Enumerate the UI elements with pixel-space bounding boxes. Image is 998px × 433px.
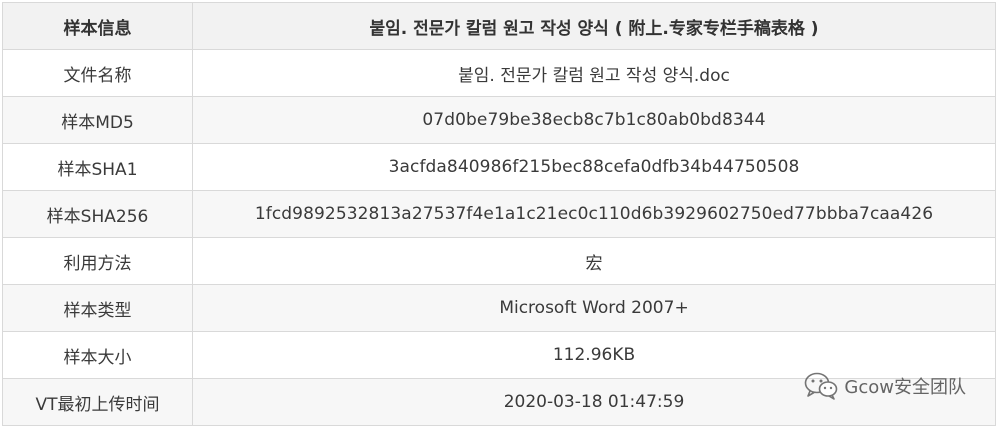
row-value-sha1: 3acfda840986f215bec88cefa0dfb34b44750508	[192, 143, 996, 191]
watermark: Gcow安全团队	[804, 372, 966, 400]
table-header-row: 样本信息 붙임. 전문가 칼럼 원고 작성 양식 ( 附上.专家专栏手稿表格 )	[2, 2, 996, 50]
table-row: 样本MD5 07d0be79be38ecb8c7b1c80ab0bd8344	[2, 96, 996, 144]
table-row: 文件名称 붙임. 전문가 칼럼 원고 작성 양식.doc	[2, 49, 996, 97]
table-row: 利用方法 宏	[2, 237, 996, 285]
row-value-filename: 붙임. 전문가 칼럼 원고 작성 양식.doc	[192, 49, 996, 97]
row-label-sha256: 样本SHA256	[2, 190, 193, 238]
row-value-sha256: 1fcd9892532813a27537f4e1a1c21ec0c110d6b3…	[192, 190, 996, 238]
wechat-icon	[804, 372, 838, 400]
header-label: 样本信息	[2, 2, 193, 50]
row-label-filename: 文件名称	[2, 49, 193, 97]
row-label-method: 利用方法	[2, 237, 193, 285]
row-label-vt-time: VT最初上传时间	[2, 378, 193, 426]
table-row: 样本类型 Microsoft Word 2007+	[2, 284, 996, 332]
row-value-method: 宏	[192, 237, 996, 285]
row-label-size: 样本大小	[2, 331, 193, 379]
row-label-md5: 样本MD5	[2, 96, 193, 144]
row-value-type: Microsoft Word 2007+	[192, 284, 996, 332]
row-label-sha1: 样本SHA1	[2, 143, 193, 191]
row-value-md5: 07d0be79be38ecb8c7b1c80ab0bd8344	[192, 96, 996, 144]
watermark-text: Gcow安全团队	[844, 377, 966, 398]
table-row: 样本SHA1 3acfda840986f215bec88cefa0dfb34b4…	[2, 143, 996, 191]
row-label-type: 样本类型	[2, 284, 193, 332]
sample-info-table: 样本信息 붙임. 전문가 칼럼 원고 작성 양식 ( 附上.专家专栏手稿表格 )…	[2, 2, 996, 426]
header-value: 붙임. 전문가 칼럼 원고 작성 양식 ( 附上.专家专栏手稿表格 )	[192, 2, 996, 50]
table-row: 样本SHA256 1fcd9892532813a27537f4e1a1c21ec…	[2, 190, 996, 238]
